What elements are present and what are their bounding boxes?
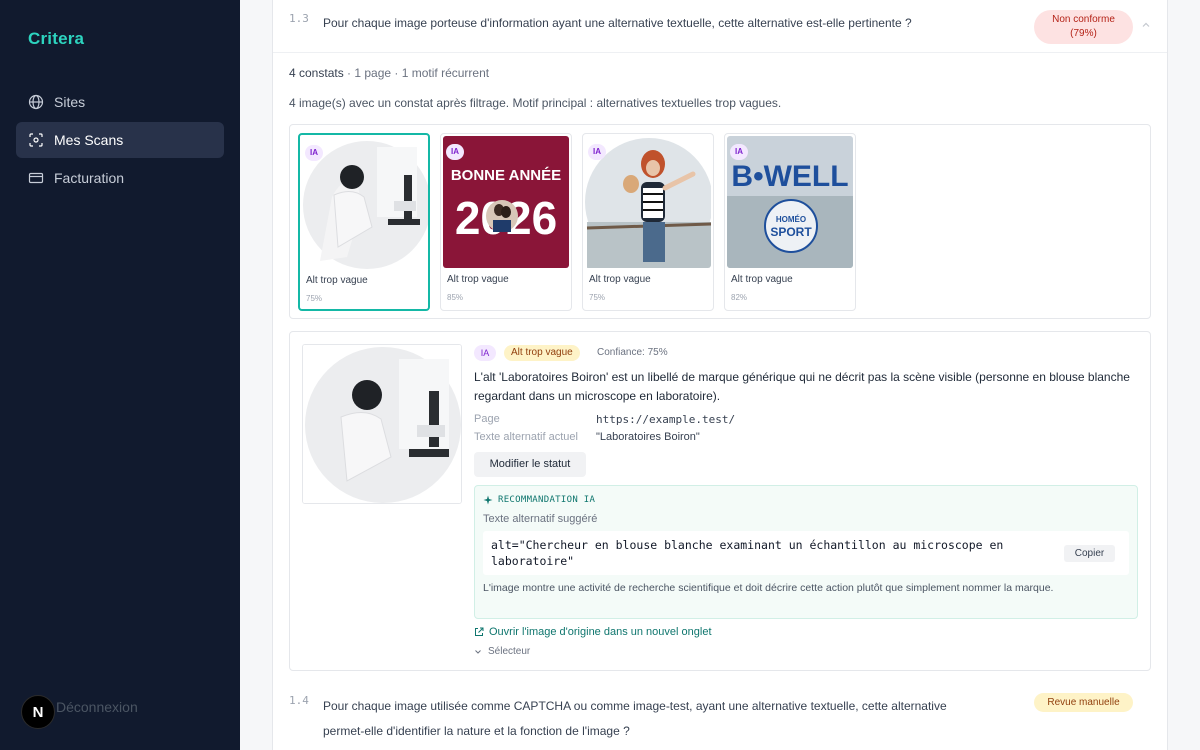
sidebar-item-facturation[interactable]: Facturation	[16, 160, 224, 196]
finding-image-preview	[302, 344, 462, 504]
suggested-alt-box: alt="Chercheur en blouse blanche examina…	[483, 531, 1129, 575]
sidebar-item-label: Facturation	[54, 170, 125, 186]
sidebar-item-label: Sites	[54, 94, 86, 110]
criterion-question: Pour chaque image porteuse d'information…	[323, 16, 912, 30]
copy-button[interactable]: Copier	[1064, 545, 1115, 562]
findings-count: 4 constats	[289, 66, 344, 80]
open-original-image-label: Ouvrir l'image d'origine dans un nouvel …	[489, 626, 712, 638]
globe-icon	[28, 94, 44, 110]
ai-tag: IA	[588, 144, 606, 160]
thumbnail-card[interactable]: B•WELL HOMÉO SPORT IA Alt trop vague 82%	[724, 133, 856, 311]
finding-explanation: L'alt 'Laboratoires Boiron' est un libel…	[474, 370, 1130, 403]
avatar[interactable]: N	[21, 695, 55, 729]
ai-recommendation: RECOMMANDATION IA Texte alternatif suggé…	[474, 485, 1138, 619]
sidebar-item-mes-scans[interactable]: Mes Scans	[16, 122, 224, 158]
scan-icon	[28, 132, 44, 148]
sidebar-item-sites[interactable]: Sites	[16, 84, 224, 120]
criterion-question-line2: permet-elle d'identifier la nature et la…	[323, 724, 630, 738]
criterion-question-line1: Pour chaque image utilisée comme CAPTCHA…	[323, 699, 947, 713]
recommendation-heading-label: RECOMMANDATION IA	[498, 495, 596, 505]
sparkle-icon	[483, 495, 493, 505]
status-badge-label: Non conforme	[1052, 14, 1115, 25]
thumbnail-card[interactable]: IA Alt trop vague 75%	[582, 133, 714, 311]
criterion-number: 1.3	[289, 12, 309, 25]
status-badge: Non conforme (79%)	[1034, 10, 1133, 44]
image-text-bwell: B•WELL	[731, 160, 848, 193]
selector-label: Sélecteur	[488, 646, 531, 657]
recommendation-heading: RECOMMANDATION IA	[483, 495, 595, 505]
suggested-alt-code: alt="Chercheur en blouse blanche examina…	[491, 538, 1004, 568]
thumbnail-label: Alt trop vague	[447, 274, 509, 285]
thumbnail-confidence: 75%	[589, 293, 606, 302]
findings-meta: · 1 page · 1 motif récurrent	[343, 66, 490, 80]
image-thumbnails: IA Alt trop vague 75% BONNE ANNÉE 2026	[289, 124, 1151, 319]
thumbnail-confidence: 85%	[447, 293, 464, 302]
divider	[273, 52, 1167, 53]
thumbnail-card[interactable]: BONNE ANNÉE 2026 IA Alt trop vague 85%	[440, 133, 572, 311]
confidence-text: Confiance: 75%	[597, 347, 668, 358]
edit-status-button[interactable]: Modifier le statut	[474, 452, 586, 477]
ai-tag: IA	[305, 145, 323, 161]
brand-logo[interactable]: Critera	[28, 29, 84, 49]
ai-tag: IA	[474, 345, 496, 361]
alt-value: "Laboratoires Boiron"	[596, 431, 700, 443]
thumbnail-label: Alt trop vague	[306, 275, 368, 286]
findings-description: 4 image(s) avec un constat après filtrag…	[289, 96, 782, 110]
thumbnail-confidence: 82%	[731, 293, 748, 302]
thumbnail-card[interactable]: IA Alt trop vague 75%	[298, 133, 430, 311]
open-original-image-link[interactable]: Ouvrir l'image d'origine dans un nouvel …	[474, 626, 712, 638]
image-text-homeo: HOMÉO	[776, 215, 806, 224]
ai-tag: IA	[446, 144, 464, 160]
page-key: Page	[474, 413, 500, 425]
issue-badge: Alt trop vague	[504, 345, 580, 361]
ai-tag: IA	[730, 144, 748, 160]
page-url[interactable]: https://example.test/	[596, 413, 735, 426]
status-badge: Revue manuelle	[1034, 693, 1133, 712]
main-content: 1.3 Pour chaque image porteuse d'informa…	[240, 0, 1200, 750]
chevron-up-icon[interactable]	[1141, 20, 1151, 30]
thumbnail-confidence: 75%	[306, 294, 323, 303]
chevron-down-icon	[475, 649, 481, 654]
image-text-sport: SPORT	[770, 225, 812, 239]
image-text-bonne-annee: BONNE ANNÉE	[451, 167, 561, 184]
criteria-panel: 1.3 Pour chaque image porteuse d'informa…	[272, 0, 1168, 750]
recommendation-subheading: Texte alternatif suggéré	[483, 513, 598, 525]
recommendation-note: L'image montre une activité de recherche…	[483, 582, 1054, 594]
external-link-icon	[475, 627, 484, 636]
alt-key: Texte alternatif actuel	[474, 431, 578, 443]
status-badge-score: (79%)	[1070, 28, 1097, 39]
selector-toggle[interactable]: Sélecteur	[474, 646, 530, 657]
thumbnail-label: Alt trop vague	[731, 274, 793, 285]
thumbnail-label: Alt trop vague	[589, 274, 651, 285]
findings-summary: 4 constats · 1 page · 1 motif récurrent	[289, 66, 489, 80]
logout-button[interactable]: Déconnexion	[56, 699, 138, 715]
sidebar-item-label: Mes Scans	[54, 132, 124, 148]
credit-card-icon	[28, 170, 44, 186]
sidebar: Critera Sites Mes Scans Facturation Déco…	[0, 0, 240, 750]
criterion-number: 1.4	[289, 694, 309, 707]
finding-detail: IA Alt trop vague Confiance: 75% L'alt '…	[289, 331, 1151, 671]
